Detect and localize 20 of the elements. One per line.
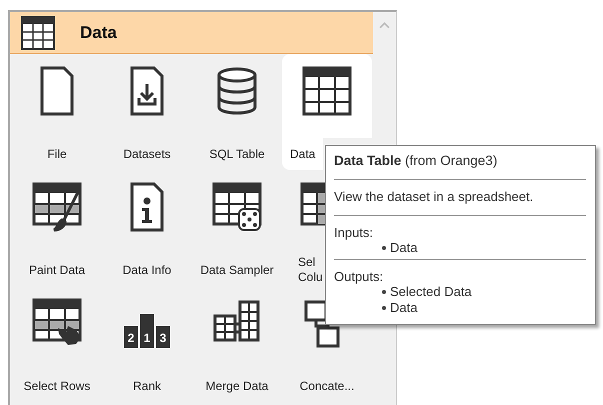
list-item: Data [390,240,418,256]
widget-label: Sel Colu [298,255,324,285]
list-item: Data [390,300,418,316]
widget-label: Data [282,138,324,170]
widget-label: Rank [132,378,161,394]
section-heading: Outputs: [334,268,384,284]
category-title: Data [80,22,117,42]
tooltip-title: Data Table (from Orange3) [334,152,498,170]
tooltip-description: View the dataset in a spreadsheet. [334,188,534,206]
widget-label: SQL Table [209,146,265,162]
widget-label: Merge Data [206,378,268,394]
widget-label: File [47,146,67,162]
widget-label: Data Info [122,262,172,278]
widget-label: Data Sampler [200,262,274,278]
section-heading: Inputs: [334,224,374,240]
widget-label: Paint Data [28,262,86,278]
widget-label: Concate... [300,378,354,394]
widget-label: Select Rows [24,378,90,394]
list-item: Selected Data [390,284,472,300]
widget-label: Datasets [123,146,171,162]
